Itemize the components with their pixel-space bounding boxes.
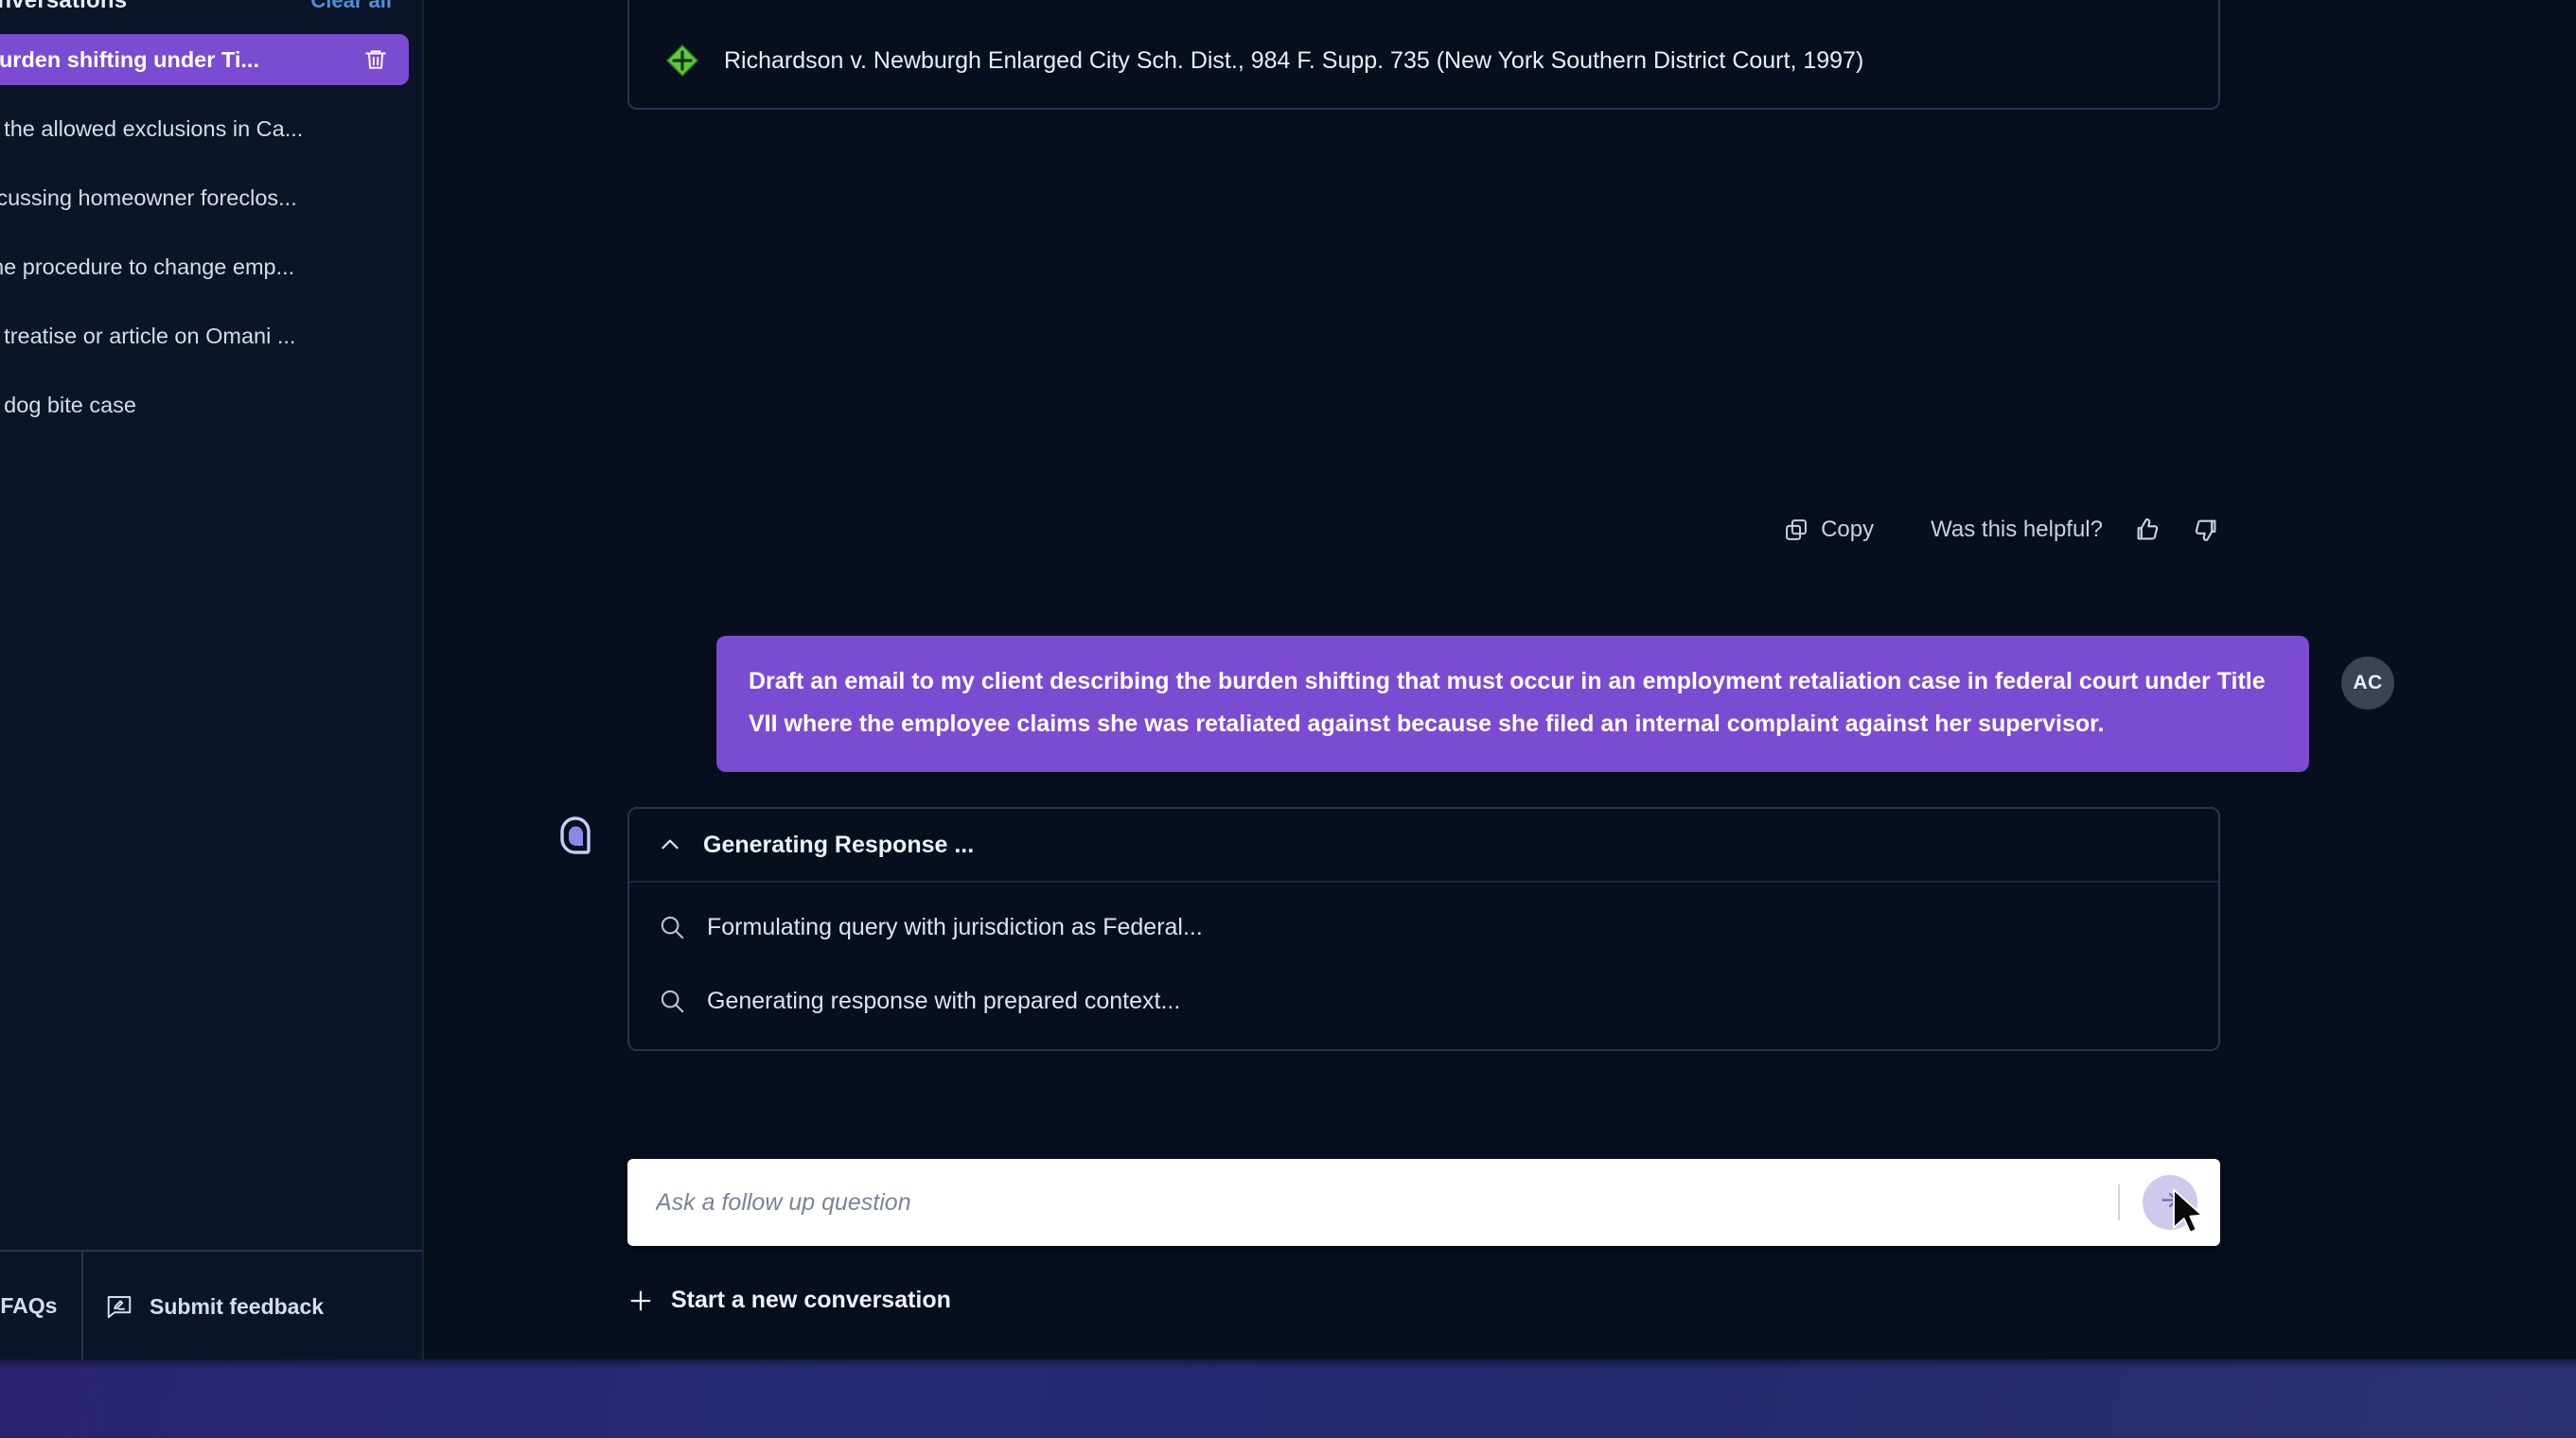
search-input[interactable]: [627, 1188, 2118, 1217]
chevron-up-icon[interactable]: [658, 833, 682, 857]
thumbs-up-icon[interactable]: [2133, 516, 2161, 544]
trash-icon[interactable]: [363, 46, 388, 73]
conversation-item-label: ...e the allowed exclusions in Ca...: [0, 115, 304, 141]
sidebar-scroll-content: Conversations Clear all ...burden shifti…: [0, 0, 422, 448]
send-button[interactable]: [2143, 1175, 2197, 1230]
search-icon: [658, 987, 686, 1015]
start-new-conversation-button[interactable]: Start a new conversation: [627, 1287, 951, 1314]
submit-feedback-label: Submit feedback: [150, 1293, 325, 1319]
app-root: Conversations Clear all ...burden shifti…: [0, 0, 2576, 1438]
generating-response-steps: Formulating query with jurisdiction as F…: [629, 883, 2218, 1049]
conversation-item-active[interactable]: ...burden shifting under Ti...: [0, 34, 409, 85]
conversation-item[interactable]: ...e the allowed exclusions in Ca...: [0, 103, 409, 154]
composer: [627, 1159, 2220, 1246]
generating-step: Formulating query with jurisdiction as F…: [658, 913, 2190, 941]
helpful-label: Was this helpful?: [1931, 517, 2103, 542]
generating-response-wrap: Generating Response ... Formulating quer…: [560, 807, 2220, 1051]
start-new-conversation-label: Start a new conversation: [671, 1287, 951, 1313]
citation-item[interactable]: Richardson v. Newburgh Enlarged City Sch…: [665, 44, 2182, 78]
generating-step: Generating response with prepared contex…: [658, 987, 2190, 1015]
send-arrow-icon: [2158, 1188, 2182, 1218]
generating-step-label: Generating response with prepared contex…: [707, 987, 1181, 1014]
composer-separator: [2118, 1184, 2120, 1220]
view-faqs-label: View FAQs: [0, 1292, 58, 1318]
copy-icon: [1783, 517, 1809, 543]
avatar: AC: [2341, 657, 2394, 710]
conversation-item-label: ...the procedure to change emp...: [0, 254, 295, 279]
assistant-answer-card: employee's job performance unsatisfactor…: [627, 0, 2220, 110]
sidebar-header: Conversations Clear all: [0, 0, 422, 23]
conversation-main: employee's job performance unsatisfactor…: [424, 0, 2576, 1359]
copy-label: Copy: [1821, 517, 1875, 542]
conversation-item-label: ...a treatise or article on Omani ...: [0, 323, 296, 348]
conversation-item-label: ...burden shifting under Ti...: [0, 46, 259, 72]
submit-feedback-button[interactable]: Submit feedback: [83, 1252, 422, 1359]
conversation-item[interactable]: ...a treatise or article on Omani ...: [0, 310, 409, 361]
citations-label: Citations:: [665, 0, 2182, 6]
page-strip-shadow: [0, 1359, 2576, 1369]
view-faqs-button[interactable]: View FAQs: [0, 1252, 81, 1359]
sidebar-title: Conversations: [0, 0, 128, 13]
search-icon: [658, 913, 686, 941]
plus-icon: [627, 1288, 654, 1314]
assistant-q-logo-icon: [546, 809, 605, 868]
keycite-green-diamond-icon: [665, 44, 699, 78]
thumbs-down-icon[interactable]: [2192, 516, 2220, 544]
conversations-sidebar: Conversations Clear all ...burden shifti…: [0, 0, 422, 1359]
generating-response-title: Generating Response ...: [703, 831, 975, 858]
generating-step-label: Formulating query with jurisdiction as F…: [707, 913, 1203, 940]
user-message-row: Draft an email to my client describing t…: [424, 636, 2576, 772]
generating-response-header[interactable]: Generating Response ...: [629, 809, 2218, 883]
copy-button[interactable]: Copy: [1783, 517, 1874, 543]
conversation-item[interactable]: ...a dog bite case: [0, 379, 409, 430]
clear-all-button[interactable]: Clear all: [310, 0, 392, 13]
user-message-bubble: Draft an email to my client describing t…: [716, 636, 2309, 772]
conversation-item[interactable]: ...scussing homeowner foreclos...: [0, 172, 409, 223]
conversation-item-label: ...scussing homeowner foreclos...: [0, 184, 297, 210]
citation-text: Richardson v. Newburgh Enlarged City Sch…: [724, 47, 1864, 74]
conversation-list: ...burden shifting under Ti... ...e the …: [0, 34, 422, 430]
generating-response-panel: Generating Response ... Formulating quer…: [627, 807, 2220, 1051]
page-bottom-strip: [0, 1359, 2576, 1438]
sidebar-footer: View FAQs Submit feedback: [0, 1250, 422, 1359]
conversation-item[interactable]: ...the procedure to change emp...: [0, 241, 409, 292]
answer-actions: Copy Was this helpful?: [1783, 516, 2220, 544]
feedback-comment-icon: [104, 1292, 134, 1321]
conversation-item-label: ...a dog bite case: [0, 392, 136, 417]
